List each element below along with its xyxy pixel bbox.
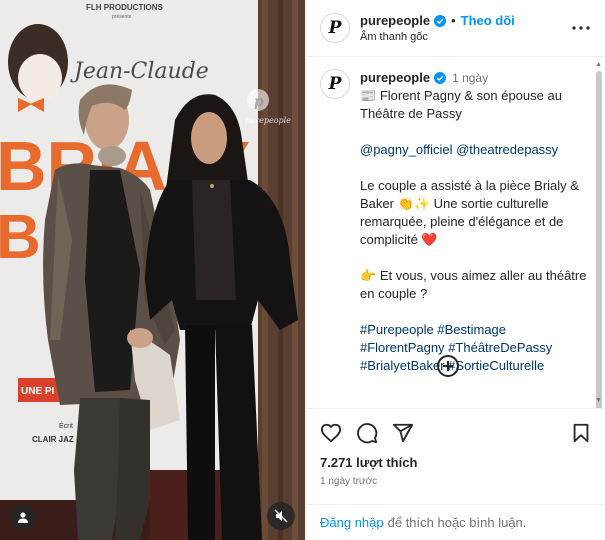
more-horizontal-icon xyxy=(572,26,590,30)
mention-link[interactable]: @pagny_officiel xyxy=(360,142,452,157)
hashtag-link[interactable]: #FlorentPagny xyxy=(360,340,445,355)
caption-avatar[interactable]: P xyxy=(320,69,350,99)
svg-text:Écrit: Écrit xyxy=(59,421,73,430)
mention-link[interactable]: @theatredepassy xyxy=(456,142,558,157)
audio-link[interactable]: Âm thanh gốc xyxy=(360,31,569,43)
heart-icon xyxy=(320,423,342,443)
watermark-text: purepeople xyxy=(245,116,291,125)
svg-text:p: p xyxy=(254,94,264,110)
caption-line1: Florent Pagny & son épouse au Théâtre de… xyxy=(360,88,562,121)
scrollbar-thumb[interactable] xyxy=(596,71,602,408)
svg-text:présente: présente xyxy=(112,14,132,20)
verified-badge-icon xyxy=(434,72,447,84)
mute-button[interactable] xyxy=(267,502,295,530)
caption: purepeople 1 ngày 📰 Florent Pagny & son … xyxy=(360,69,587,373)
hashtag-link[interactable]: #SortieCulturelle xyxy=(448,358,544,373)
login-link[interactable]: Đăng nhập xyxy=(320,515,384,530)
likes-count[interactable]: 7.271 lượt thích xyxy=(320,455,591,470)
svg-text:CLAIR JAZ: CLAIR JAZ xyxy=(32,435,74,444)
heart-emoji: ❤️ xyxy=(421,232,438,247)
comment-button[interactable] xyxy=(356,419,384,447)
save-button[interactable] xyxy=(563,419,591,447)
verified-badge-icon xyxy=(434,14,447,27)
tagged-users-button[interactable] xyxy=(10,504,36,530)
more-options-button[interactable] xyxy=(569,16,593,40)
caption-time[interactable]: 1 ngày xyxy=(452,69,488,87)
scroll-up-arrow[interactable]: ▲ xyxy=(595,61,602,68)
user-icon xyxy=(18,512,28,523)
load-more-comments-icon[interactable] xyxy=(436,354,460,378)
share-button[interactable] xyxy=(392,419,420,447)
clap-sparkle-emoji: 👏✨ xyxy=(397,196,430,211)
like-button[interactable] xyxy=(320,419,348,447)
poster-producer: FLH PRODUCTIONS xyxy=(86,3,164,12)
hashtag-link[interactable]: #BrialyetBaker xyxy=(360,358,445,373)
caption-scroll-area[interactable]: P purepeople 1 ngày 📰 Florent Pagny & so… xyxy=(306,57,605,408)
post-photo: BRIALY B p purepeople FLH PRODUCTIONS pr… xyxy=(0,0,305,540)
svg-text:UNE PI: UNE PI xyxy=(21,386,55,397)
newspaper-emoji: 📰 xyxy=(360,88,377,103)
poster-firstname: Jean-Claude xyxy=(70,59,209,84)
post-header: P purepeople • Theo dõi Âm thanh gốc xyxy=(306,0,605,57)
post-date[interactable]: 1 ngày trước xyxy=(320,476,591,487)
separator: • xyxy=(451,13,456,28)
caption-question: Et vous, vous aimez aller au théâtre en … xyxy=(360,268,587,301)
send-icon xyxy=(392,423,414,443)
pointing-emoji: 👉 xyxy=(360,268,377,283)
username-link[interactable]: purepeople xyxy=(360,13,430,28)
hashtag-link[interactable]: #ThéâtreDePassy xyxy=(448,340,552,355)
avatar[interactable]: P xyxy=(320,13,350,43)
comment-icon xyxy=(357,423,378,444)
follow-button[interactable]: Theo dõi xyxy=(461,13,515,28)
bookmark-icon xyxy=(573,423,589,443)
scroll-down-arrow[interactable]: ▼ xyxy=(595,397,602,404)
hashtag-link[interactable]: #Purepeople xyxy=(360,322,434,337)
hashtag-link[interactable]: #Bestimage xyxy=(437,322,506,337)
svg-text:B: B xyxy=(0,203,41,272)
speaker-muted-icon xyxy=(274,509,288,523)
login-prompt-text: để thích hoặc bình luận. xyxy=(387,515,527,530)
login-prompt: Đăng nhập để thích hoặc bình luận. xyxy=(306,504,605,540)
caption-username[interactable]: purepeople xyxy=(360,69,430,87)
post-panel: P purepeople • Theo dõi Âm thanh gốc P p… xyxy=(305,0,605,540)
post-media[interactable]: BRIALY B p purepeople FLH PRODUCTIONS pr… xyxy=(0,0,305,540)
